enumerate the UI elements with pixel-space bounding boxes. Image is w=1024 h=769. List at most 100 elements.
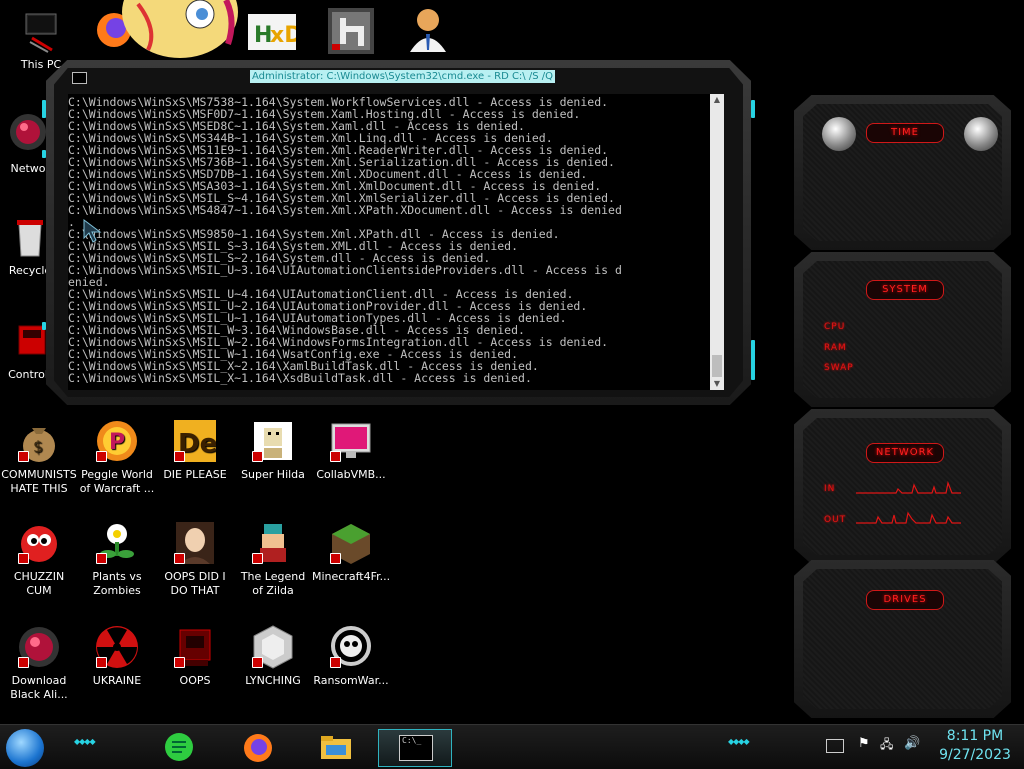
frame-accent [42, 150, 46, 158]
doctor-icon [410, 9, 446, 52]
desktop-icon-collabvm[interactable]: CollabVMB... [312, 418, 390, 482]
gadget-title: DRIVES [866, 590, 944, 610]
network-in-graph [856, 480, 961, 494]
taskbar-accent: ◆◆◆◆ [74, 737, 96, 746]
desktop-icon-label: The Legend of Zilda [240, 570, 306, 597]
desktop-icon-label: Plants vs Zombies [92, 570, 142, 597]
tray-volume-icon[interactable]: 🔊 [904, 737, 920, 751]
shortcut-arrow-icon [330, 657, 341, 668]
shortcut-arrow-icon [252, 451, 263, 462]
desktop-icon-minecraft[interactable]: Minecraft4Fr... [312, 520, 390, 584]
taskbar-cmd-active[interactable]: C:\_ [378, 729, 452, 767]
system-gadget[interactable]: SYSTEM CPU RAM SWAP [794, 252, 1011, 407]
cpu-label: CPU [824, 322, 846, 332]
frame-accent [42, 322, 46, 330]
ram-label: RAM [824, 343, 847, 353]
drives-gadget[interactable]: DRIVES [794, 560, 1011, 718]
desktop-icon-chuzzin[interactable]: CHUZZIN CUM [0, 520, 78, 598]
desktop-icon-lynching[interactable]: LYNCHING [234, 624, 312, 688]
scroll-down-arrow-icon[interactable]: ▼ [710, 378, 724, 390]
desktop-icon-label: Super Hilda [241, 468, 305, 481]
shortcut-arrow-icon [330, 553, 341, 564]
gadget-title: TIME [866, 123, 944, 143]
mouse-cursor-icon [82, 218, 104, 248]
desktop-icon-label: COMMUNISTS HATE THIS G... [1, 468, 77, 498]
file-explorer-icon [321, 736, 351, 759]
desktop-icon-label: CollabVMB... [316, 468, 386, 481]
vertical-scrollbar[interactable]: ▲ ▼ [710, 94, 724, 390]
red-box-icon [172, 624, 218, 670]
desktop-icon-pvz[interactable]: Plants vs Zombies [78, 520, 156, 598]
taskbar-file-explorer[interactable] [318, 729, 354, 765]
desktop-icon-super-hilda[interactable]: Super Hilda [234, 418, 312, 482]
desktop-icon-label: UKRAINE [92, 674, 142, 687]
hxd-icon: HxD [248, 14, 302, 50]
shortcut-arrow-icon [18, 657, 29, 668]
cartoon-character-image [118, 0, 242, 60]
tray-network-status-icon[interactable]: 🖧 [880, 737, 896, 751]
scrollbar-thumb[interactable] [712, 355, 722, 377]
svg-text:$: $ [33, 437, 43, 456]
firefox-icon [244, 734, 272, 762]
shortcut-arrow-icon [174, 553, 185, 564]
shortcut-arrow-icon [174, 657, 185, 668]
peggle-icon: P [94, 418, 140, 464]
network-in-label: IN [824, 484, 836, 494]
money-bag-icon: $ [16, 418, 62, 464]
clock[interactable]: 8:11 PM 9/27/2023 [930, 727, 1020, 765]
taskbar-accent: ◆◆◆◆ [728, 737, 750, 746]
alien-logo-icon [822, 117, 856, 151]
window-titlebar[interactable]: Administrator: C:\Windows\System32\cmd.e… [66, 69, 731, 86]
desktop-icon-ransomware[interactable]: RansomWar... [312, 624, 390, 688]
tray-flag-icon[interactable]: ⚑ [858, 737, 870, 751]
desktop-icon-download-black[interactable]: Download Black Ali... [0, 624, 78, 702]
desktop-icon-label: RansomWar... [313, 674, 389, 687]
network-gadget[interactable]: NETWORK IN OUT [794, 409, 1011, 564]
desktop-icon-oops[interactable]: OOPS [156, 624, 234, 688]
cmd-system-icon[interactable] [72, 72, 87, 84]
desktop-icon-label: Peggle World of Warcraft ... [79, 468, 155, 495]
desktop-icon-ukraine[interactable]: UKRAINE [78, 624, 156, 688]
desktop-icon-label: Download Black Ali... [10, 674, 68, 701]
zilda-icon [250, 520, 296, 566]
taskbar-notes-app[interactable] [162, 729, 196, 765]
tray-network-icon[interactable] [826, 739, 844, 753]
hex-icon [250, 624, 296, 670]
plants-icon [94, 520, 140, 566]
desktop-icon-die-please[interactable]: De DIE PLEASE [156, 418, 234, 482]
chuzzle-icon [16, 520, 62, 566]
start-button[interactable] [6, 729, 44, 767]
desktop-icon-zilda[interactable]: The Legend of Zilda [234, 520, 312, 598]
console-text: C:\Windows\WinSxS\MS7538~1.164\System.Wo… [68, 95, 622, 385]
grass-block-icon [328, 520, 374, 566]
cmd-icon: C:\_ [399, 735, 433, 761]
taskbar-firefox[interactable] [240, 729, 276, 765]
frame-accent [42, 100, 46, 118]
time-gadget[interactable]: TIME [794, 95, 1011, 250]
shortcut-arrow-icon [174, 451, 185, 462]
desktop-icon-label: LYNCHING [245, 674, 301, 687]
monitor-icon [328, 418, 374, 464]
alien-orb-icon [16, 624, 62, 670]
clock-date: 9/27/2023 [939, 747, 1011, 763]
svg-text:P: P [109, 430, 125, 455]
desktop-icon-label: Minecraft4Fr... [312, 570, 390, 583]
hxd-desktop-icon[interactable]: HxD [248, 12, 302, 52]
desktop-icon-peggle[interactable]: P Peggle World of Warcraft ... [78, 418, 156, 496]
hilda-icon [250, 418, 296, 464]
app-desktop-icon[interactable] [328, 8, 374, 54]
clock-time: 8:11 PM [946, 728, 1004, 744]
scroll-up-arrow-icon[interactable]: ▲ [710, 94, 724, 106]
gadget-title: NETWORK [866, 443, 944, 463]
desktop-icon-oops-did[interactable]: OOPS DID I DO THAT [156, 520, 234, 598]
shortcut-arrow-icon [252, 553, 263, 564]
alien-logo-icon [964, 117, 998, 151]
taskbar: ◆◆◆◆ C:\_ ◆◆◆◆ ⚑ 🖧 🔊 8:11 PM 9/27/2023 [0, 724, 1024, 769]
desktop-icon-communists[interactable]: $ COMMUNISTS HATE THIS G... [0, 418, 78, 498]
desktop-icon-label: DIE PLEASE [163, 468, 227, 481]
console-output[interactable]: C:\Windows\WinSxS\MS7538~1.164\System.Wo… [68, 94, 710, 390]
cmd-window[interactable]: Administrator: C:\Windows\System32\cmd.e… [42, 60, 755, 405]
doctor-desktop-icon[interactable] [406, 6, 450, 54]
skull-icon [328, 624, 374, 670]
portrait-icon [172, 520, 218, 566]
